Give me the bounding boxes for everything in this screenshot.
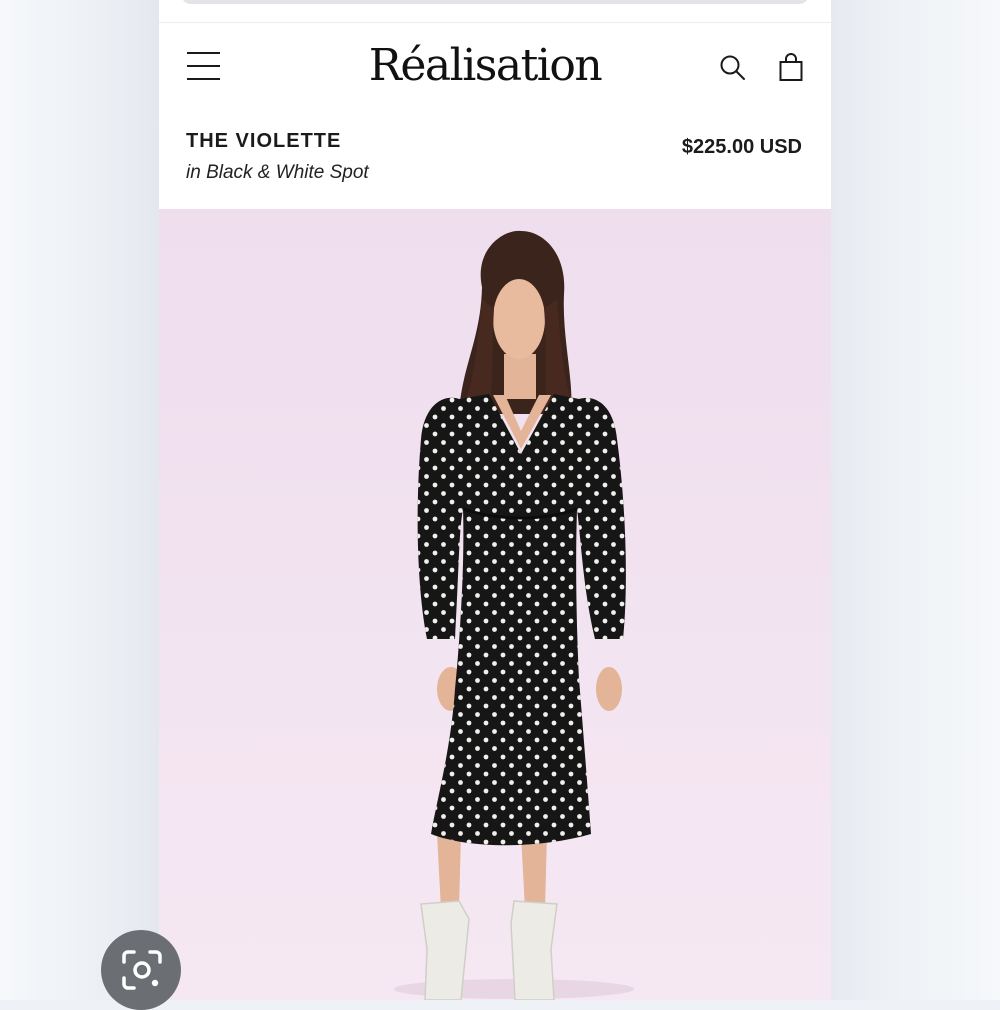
- hamburger-menu-icon[interactable]: [187, 52, 221, 80]
- product-price: $225.00 USD: [681, 136, 802, 158]
- divider: [159, 22, 831, 23]
- model-photo-illustration: [394, 230, 634, 1000]
- search-icon[interactable]: [719, 54, 747, 82]
- google-lens-icon[interactable]: [101, 930, 181, 1010]
- right-backdrop: [831, 0, 1000, 1000]
- product-title: THE VIOLETTE: [186, 130, 342, 152]
- product-color: in Black & White Spot: [186, 162, 369, 183]
- phone-screen: Réalisation THE VIOLETTE in Black & Whit…: [159, 0, 831, 1000]
- brand-logo[interactable]: Réalisation: [349, 36, 621, 96]
- shopping-bag-icon[interactable]: [777, 52, 805, 82]
- left-backdrop: [0, 0, 159, 1000]
- browser-address-bar[interactable]: [181, 0, 809, 4]
- product-image[interactable]: [159, 209, 831, 1000]
